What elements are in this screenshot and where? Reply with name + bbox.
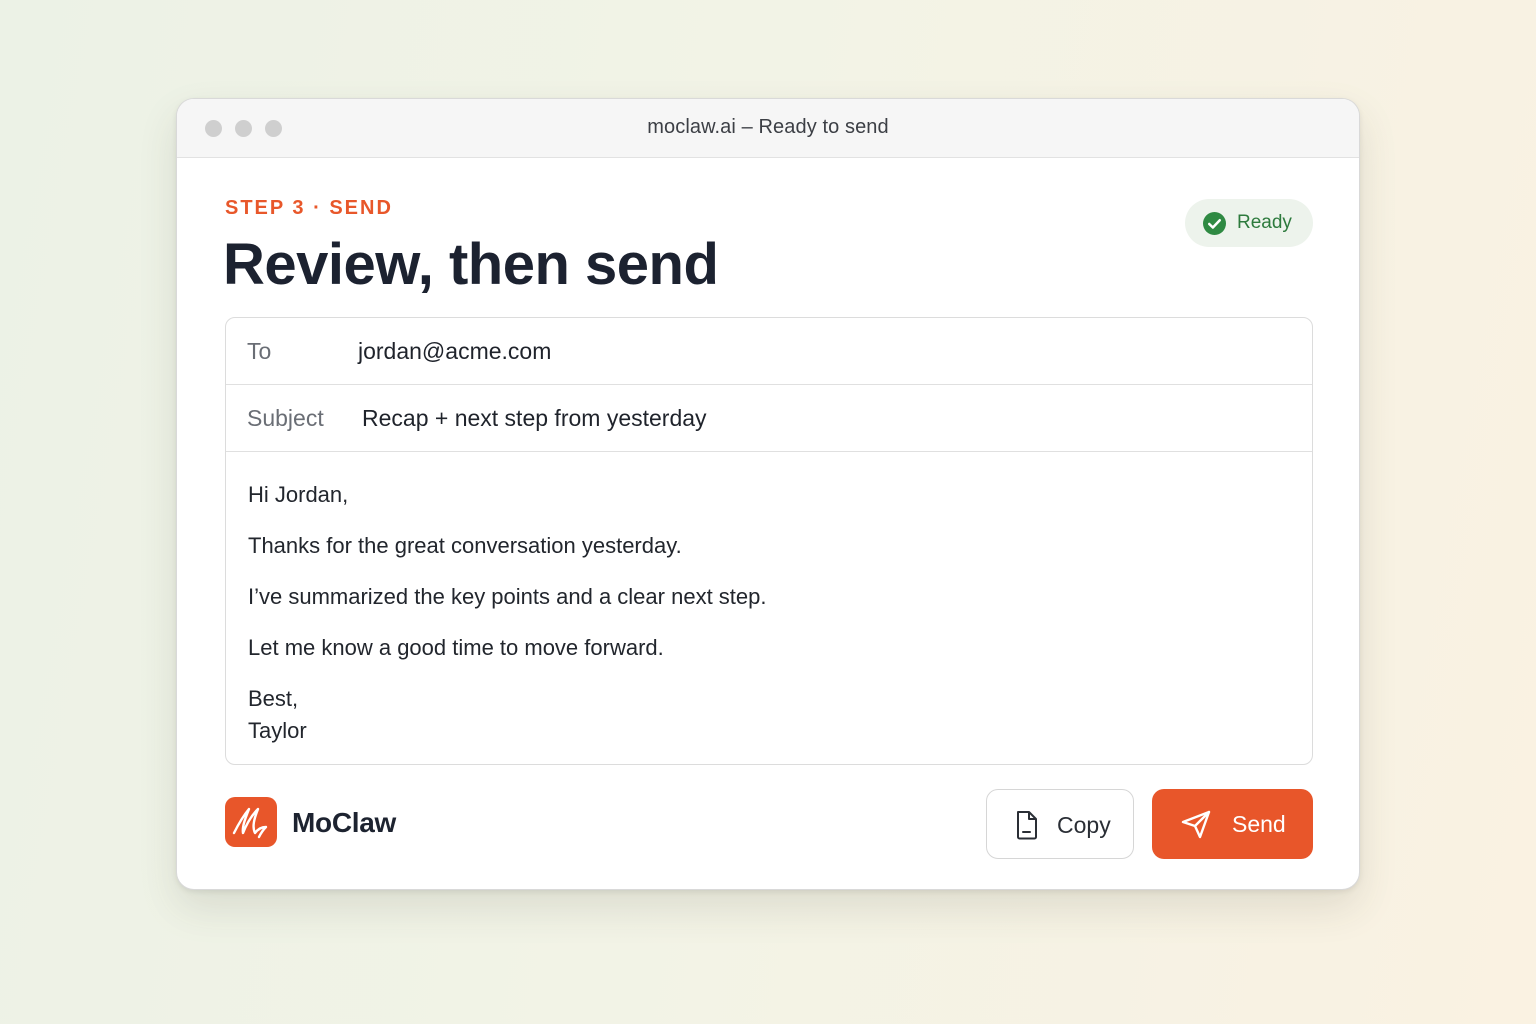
brand-name: MoClaw xyxy=(292,807,396,838)
window-title: moclaw.ai – Ready to send xyxy=(647,116,889,138)
step-label: STEP 3 · SEND xyxy=(225,197,393,219)
paper-plane-icon xyxy=(1181,810,1211,839)
email-preview: To jordan@acme.com Subject Recap + next … xyxy=(225,317,1313,765)
moclaw-logo-icon xyxy=(225,797,277,847)
body-line: Let me know a good time to move forward. xyxy=(248,635,664,660)
body-line: I’ve summarized the key points and a cle… xyxy=(248,584,767,609)
copy-button[interactable]: Copy xyxy=(986,789,1134,859)
subject-label: Subject xyxy=(247,405,324,431)
app-window: moclaw.ai – Ready to send STEP 3 · SEND … xyxy=(176,98,1360,890)
body-greeting: Hi Jordan, xyxy=(248,482,349,507)
body-signoff: Best, xyxy=(248,686,299,711)
body-line: Thanks for the great conversation yester… xyxy=(248,533,682,558)
to-value[interactable]: jordan@acme.com xyxy=(358,338,551,365)
subject-field[interactable]: Subject Recap + next step from yesterday xyxy=(226,384,1312,452)
check-circle-icon xyxy=(1203,212,1226,235)
document-icon xyxy=(1017,811,1037,840)
body-signature: Taylor xyxy=(248,718,307,743)
moclaw-logo-mark xyxy=(232,807,268,839)
copy-button-label: Copy xyxy=(1057,812,1111,838)
window-titlebar: moclaw.ai – Ready to send xyxy=(177,99,1359,158)
to-label: To xyxy=(247,338,272,364)
status-badge: Ready xyxy=(1185,199,1313,247)
page-title: Review, then send xyxy=(223,232,719,297)
send-button-label: Send xyxy=(1232,811,1286,837)
status-badge-label: Ready xyxy=(1237,212,1292,233)
subject-value[interactable]: Recap + next step from yesterday xyxy=(362,405,707,432)
send-button[interactable]: Send xyxy=(1152,789,1313,859)
to-field[interactable]: To jordan@acme.com xyxy=(226,318,1312,385)
